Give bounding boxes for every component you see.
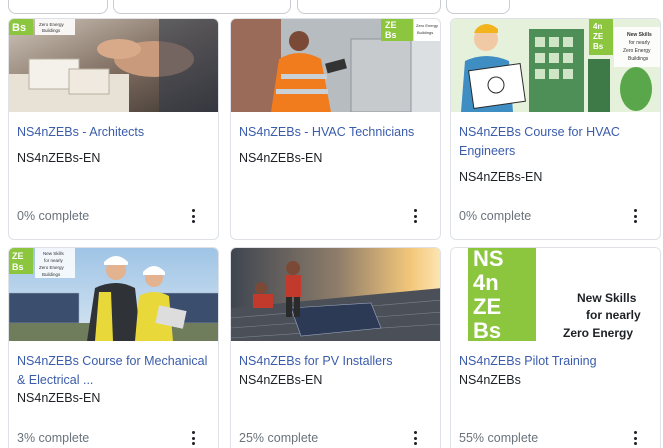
logo-tagline: Buildings <box>417 30 433 35</box>
course-card[interactable]: NS 4n ZE Bs New Skills for nearly Zero E… <box>450 247 661 448</box>
course-category: NS4nZEBs-EN <box>17 391 101 405</box>
course-image[interactable]: Bs Zero Energy Buildings <box>9 19 218 112</box>
course-actions-menu-icon[interactable] <box>630 431 640 445</box>
logo-mark: Bs <box>12 22 26 34</box>
course-card[interactable]: ZE Bs New Skills for nearly Zero Energy … <box>8 247 219 448</box>
course-category: NS4nZEBs <box>459 373 521 387</box>
logo-tagline: for nearly <box>629 40 650 46</box>
course-actions-menu-icon[interactable] <box>410 209 420 223</box>
course-progress-text: 3% complete <box>17 431 90 445</box>
course-actions-menu-icon[interactable] <box>410 431 420 445</box>
course-progress-text: 25% complete <box>239 431 319 445</box>
course-image[interactable]: ZE Bs Zero Energy Buildings <box>231 19 440 112</box>
course-category: NS4nZEBs-EN <box>459 170 543 184</box>
logo-mark: ZE <box>473 294 501 319</box>
logo-mark: 4n <box>593 22 602 31</box>
filter-chip[interactable] <box>113 0 291 14</box>
logo-tagline: Buildings <box>628 56 649 62</box>
logo-tagline: New Skills <box>577 291 637 305</box>
course-title-link[interactable]: NS4nZEBs Course for Mechanical & Electri… <box>17 352 212 389</box>
logo-mark: Bs <box>385 30 397 40</box>
course-title-link[interactable]: NS4nZEBs - Architects <box>17 123 212 142</box>
logo-tagline: Zero Energy <box>416 23 438 28</box>
course-actions-menu-icon[interactable] <box>630 209 640 223</box>
course-category: NS4nZEBs-EN <box>17 151 101 165</box>
course-title-link[interactable]: NS4nZEBs Pilot Training <box>459 352 654 371</box>
course-card[interactable]: 4n ZE Bs New Skills for nearly Zero Ener… <box>450 18 661 240</box>
course-card[interactable]: NS4nZEBs for PV Installers NS4nZEBs-EN 2… <box>230 247 441 448</box>
logo-tagline: Buildings <box>42 28 61 33</box>
course-progress-text: 0% complete <box>459 209 532 223</box>
logo-tagline: for nearly <box>586 308 641 322</box>
course-image[interactable]: 4n ZE Bs New Skills for nearly Zero Ener… <box>451 19 660 112</box>
logo-mark: 4n <box>473 270 499 295</box>
logo-mark: Bs <box>12 262 24 272</box>
logo-tagline: Zero Energy <box>623 48 651 54</box>
logo-tagline: Zero Energy <box>39 265 65 270</box>
logo-tagline: Zero Energy <box>39 22 65 27</box>
course-progress-text: 0% complete <box>17 209 90 223</box>
course-title-link[interactable]: NS4nZEBs Course for HVAC Engineers <box>459 123 654 160</box>
filter-chip[interactable] <box>297 0 441 14</box>
logo-mark: Bs <box>473 318 501 341</box>
logo-mark: ZE <box>12 251 24 261</box>
course-progress-text: 55% complete <box>459 431 539 445</box>
logo-mark: ZE <box>593 32 604 41</box>
logo-tagline: Buildings <box>42 272 61 277</box>
course-actions-menu-icon[interactable] <box>188 431 198 445</box>
course-image[interactable]: ZE Bs New Skills for nearly Zero Energy … <box>9 248 218 341</box>
filter-chip[interactable] <box>8 0 108 14</box>
course-card[interactable]: Bs Zero Energy Buildings NS4nZEBs - Arch… <box>8 18 219 240</box>
logo-mark: ZE <box>385 20 397 30</box>
course-title-link[interactable]: NS4nZEBs for PV Installers <box>239 352 434 371</box>
logo-tagline: New Skills <box>627 32 652 38</box>
filter-chip[interactable] <box>446 0 510 14</box>
course-category: NS4nZEBs-EN <box>239 373 323 387</box>
logo-mark: Bs <box>593 42 604 51</box>
course-image[interactable] <box>231 248 440 341</box>
course-actions-menu-icon[interactable] <box>188 209 198 223</box>
course-category: NS4nZEBs-EN <box>239 151 323 165</box>
logo-mark: NS <box>473 248 504 271</box>
logo-tagline: New Skills <box>43 251 65 256</box>
logo-tagline: Zero Energy <box>563 326 633 340</box>
logo-tagline: for nearly <box>44 258 64 263</box>
course-card[interactable]: ZE Bs Zero Energy Buildings NS4nZEBs - H… <box>230 18 441 240</box>
filter-bar <box>0 0 663 18</box>
course-image[interactable]: NS 4n ZE Bs New Skills for nearly Zero E… <box>451 248 660 341</box>
course-title-link[interactable]: NS4nZEBs - HVAC Technicians <box>239 123 434 142</box>
